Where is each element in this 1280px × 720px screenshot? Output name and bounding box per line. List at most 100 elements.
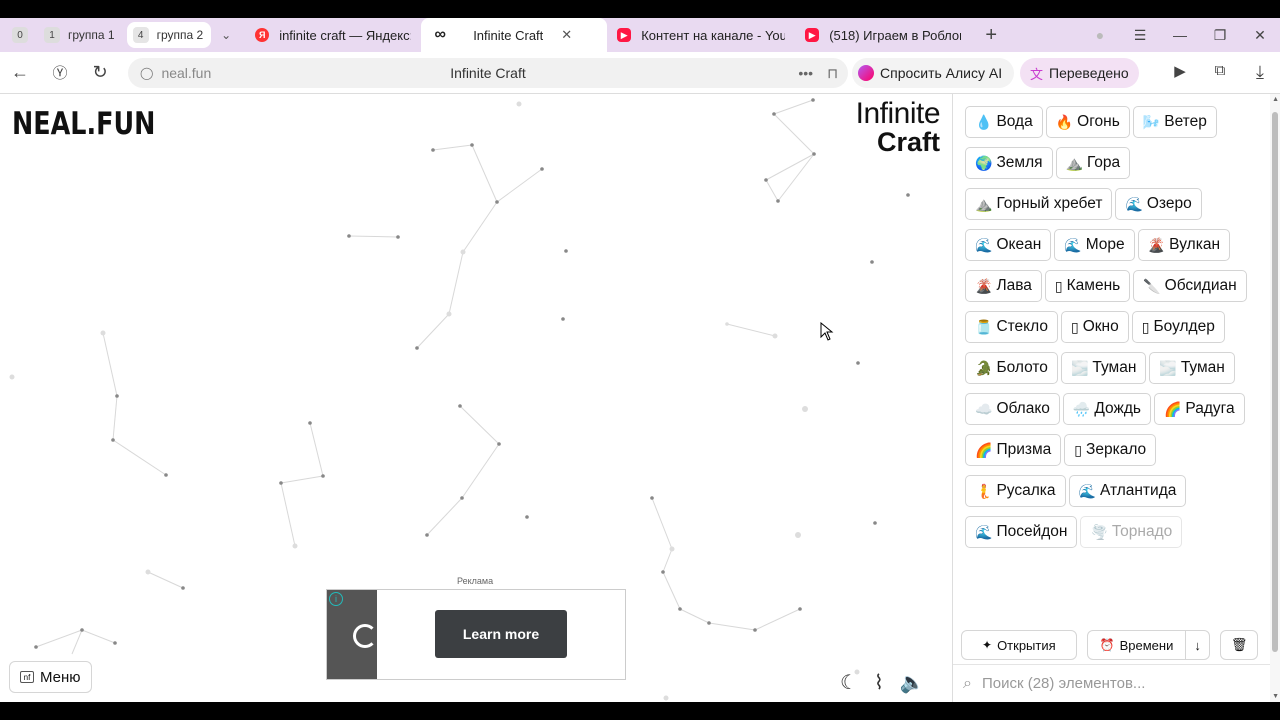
clear-button[interactable]: 🗑 bbox=[1219, 630, 1259, 660]
url-field[interactable]: ◯ neal.fun Infinite Craft ••• ⊓ bbox=[128, 58, 848, 88]
ask-alice-button[interactable]: Спросить Алису AI bbox=[852, 58, 1015, 88]
neal-fun-logo[interactable]: NEAL.FUN bbox=[12, 106, 155, 142]
craft-canvas[interactable]: NEAL.FUN Infinite Craft Реклама i Learn … bbox=[0, 94, 952, 702]
element-chip[interactable]: 🌊 Океан bbox=[965, 229, 1052, 261]
info-icon[interactable]: i bbox=[329, 592, 343, 606]
element-chip[interactable]: ⛰️ Горный хребет bbox=[965, 188, 1113, 220]
replay-icon[interactable] bbox=[353, 624, 377, 648]
element-chip[interactable]: 🌊 Посейдон bbox=[965, 516, 1078, 548]
element-label: Земля bbox=[996, 154, 1043, 171]
element-chip[interactable]: ⛰️ Гора bbox=[1055, 147, 1131, 179]
sort-by-time-button[interactable]: ⏰ Времени bbox=[1086, 630, 1187, 660]
back-icon[interactable]: ← bbox=[0, 62, 40, 83]
element-chip[interactable]: ▯ Камень bbox=[1044, 270, 1131, 302]
window-controls: ● ☰ — ❐ ✕ bbox=[1080, 18, 1280, 52]
element-chip[interactable]: 🌍 Земля bbox=[965, 147, 1053, 179]
minimize-icon[interactable]: — bbox=[1160, 27, 1200, 43]
element-label: Горный хребет bbox=[996, 195, 1103, 212]
extensions-icon[interactable]: ⧉ bbox=[1200, 62, 1240, 83]
tab-group-0[interactable]: 0 bbox=[6, 22, 34, 48]
element-chip[interactable]: 💧 Вода bbox=[965, 106, 1043, 138]
elements-sidebar: 💧 Вода 🔥 Огонь 🌬️ Ветер 🌍 Земля ⛰️ Гора ⛰️ Горный х… bbox=[952, 94, 1280, 702]
url-page-title: Infinite Craft bbox=[450, 65, 526, 81]
video-icon[interactable]: ▶ bbox=[1160, 62, 1200, 83]
element-chip[interactable]: 🌈 Радуга bbox=[1153, 393, 1245, 425]
element-chip[interactable]: 🔪 Обсидиан bbox=[1133, 270, 1247, 302]
ad-thumbnail[interactable]: i bbox=[327, 590, 377, 679]
element-chip[interactable]: 🌈 Призма bbox=[965, 434, 1062, 466]
element-chip[interactable]: ▯ Зеркало bbox=[1064, 434, 1157, 466]
element-emoji: 🔥 bbox=[1055, 113, 1074, 130]
new-tab-icon[interactable]: + bbox=[971, 24, 1011, 47]
yandex-home-icon[interactable]: Ⓨ bbox=[40, 62, 80, 83]
dark-mode-icon[interactable]: ☾ bbox=[840, 670, 858, 695]
restore-icon[interactable]: ❐ bbox=[1200, 27, 1240, 44]
more-icon[interactable]: ••• bbox=[798, 65, 813, 82]
menu-icon[interactable]: ☰ bbox=[1120, 27, 1160, 44]
element-label: Туман bbox=[1180, 359, 1225, 376]
reload-icon[interactable]: ↻ bbox=[80, 62, 120, 83]
element-chip[interactable]: 🌧️ Дождь bbox=[1062, 393, 1151, 425]
element-chip[interactable]: 🌫️ Туман bbox=[1060, 352, 1147, 384]
bookmark-icon[interactable]: ⊓ bbox=[827, 65, 838, 82]
menu-label: Меню bbox=[40, 668, 81, 686]
tab-group-2[interactable]: 4 группа 2 bbox=[126, 22, 212, 48]
element-chip[interactable]: 🌬️ Ветер bbox=[1132, 106, 1217, 138]
scroll-thumb[interactable] bbox=[1272, 112, 1278, 652]
element-chip[interactable]: 🌫️ Туман bbox=[1149, 352, 1235, 384]
element-label: Гора bbox=[1086, 154, 1121, 171]
tab-youtube-content[interactable]: ▶ Контент на канале - YouTu bbox=[607, 20, 795, 50]
tab-yandex-search[interactable]: Я infinite craft — Яндекс: на bbox=[245, 20, 421, 50]
translate-label: Переведено bbox=[1049, 65, 1129, 81]
element-chip[interactable]: 🧜 Русалка bbox=[965, 475, 1066, 507]
element-emoji: 🐊 bbox=[975, 359, 993, 376]
chevron-down-icon[interactable]: ⌄ bbox=[215, 28, 237, 42]
element-emoji: 🌋 bbox=[1147, 236, 1166, 253]
element-label: Огонь bbox=[1077, 113, 1120, 130]
menu-button[interactable]: nf Меню bbox=[9, 661, 92, 693]
element-chip[interactable]: 🔥 Огонь bbox=[1045, 106, 1130, 138]
element-label: Камень bbox=[1066, 277, 1121, 294]
search-input[interactable] bbox=[981, 675, 1242, 692]
element-label: Океан bbox=[996, 236, 1042, 253]
learn-more-button[interactable]: Learn more bbox=[435, 610, 567, 658]
ad-banner[interactable]: i Learn more bbox=[326, 589, 626, 680]
element-emoji: ⛰️ bbox=[975, 195, 993, 212]
element-chip[interactable]: 🌊 Озеро bbox=[1115, 188, 1202, 220]
sidebar-scrollbar[interactable]: ▲ ▼ bbox=[1270, 94, 1280, 702]
broom-icon[interactable]: ⌇ bbox=[874, 670, 884, 695]
element-chip[interactable]: 🌋 Вулкан bbox=[1137, 229, 1230, 261]
tab-infinite-craft[interactable]: ∞ Infinite Craft ✕ bbox=[421, 18, 608, 52]
close-window-icon[interactable]: ✕ bbox=[1240, 27, 1280, 44]
element-chip[interactable]: ▯ Боулдер bbox=[1131, 311, 1225, 343]
element-emoji: ▯ bbox=[1074, 441, 1082, 458]
discoveries-button[interactable]: ✦ Открытия bbox=[961, 630, 1077, 660]
tab-youtube-roblox[interactable]: ▶ (518) Играем в Роблокс к bbox=[795, 20, 971, 50]
translate-button[interactable]: 文 Переведено bbox=[1020, 58, 1139, 88]
element-label: Вода bbox=[996, 113, 1033, 130]
tab-title: Infinite Craft bbox=[473, 27, 544, 43]
element-emoji: 🌊 bbox=[1078, 482, 1096, 499]
download-icon[interactable]: ⤓ bbox=[1240, 62, 1280, 83]
element-label: Атлантида bbox=[1099, 482, 1177, 499]
profile-icon[interactable]: ● bbox=[1080, 27, 1120, 43]
element-label: Облако bbox=[996, 400, 1050, 417]
element-chip[interactable]: ▯ Окно bbox=[1060, 311, 1129, 343]
sort-direction-button[interactable]: ↓ bbox=[1186, 630, 1210, 660]
element-chip[interactable]: 🌋 Лава bbox=[965, 270, 1042, 302]
tab-group-1[interactable]: 1 группа 1 bbox=[38, 22, 123, 48]
scroll-down-icon[interactable]: ▼ bbox=[1272, 693, 1279, 700]
element-chip[interactable]: ☁️ Облако bbox=[965, 393, 1060, 425]
element-label: Дождь bbox=[1094, 400, 1141, 417]
ask-alice-label: Спросить Алису AI bbox=[880, 65, 1003, 81]
element-chip[interactable]: 🌊 Атлантида bbox=[1068, 475, 1187, 507]
element-chip[interactable]: 🌊 Море bbox=[1054, 229, 1135, 261]
tab-group-label: группа 2 bbox=[156, 28, 204, 42]
scroll-up-icon[interactable]: ▲ bbox=[1272, 96, 1279, 103]
element-emoji: 🌫️ bbox=[1159, 359, 1177, 376]
sound-icon[interactable]: 🔈 bbox=[900, 670, 925, 695]
close-icon[interactable]: ✕ bbox=[561, 27, 572, 43]
element-chip[interactable]: 🫙 Стекло bbox=[965, 311, 1058, 343]
element-chip[interactable]: 🌪️ Торнадо bbox=[1080, 516, 1183, 548]
element-chip[interactable]: 🐊 Болото bbox=[965, 352, 1058, 384]
